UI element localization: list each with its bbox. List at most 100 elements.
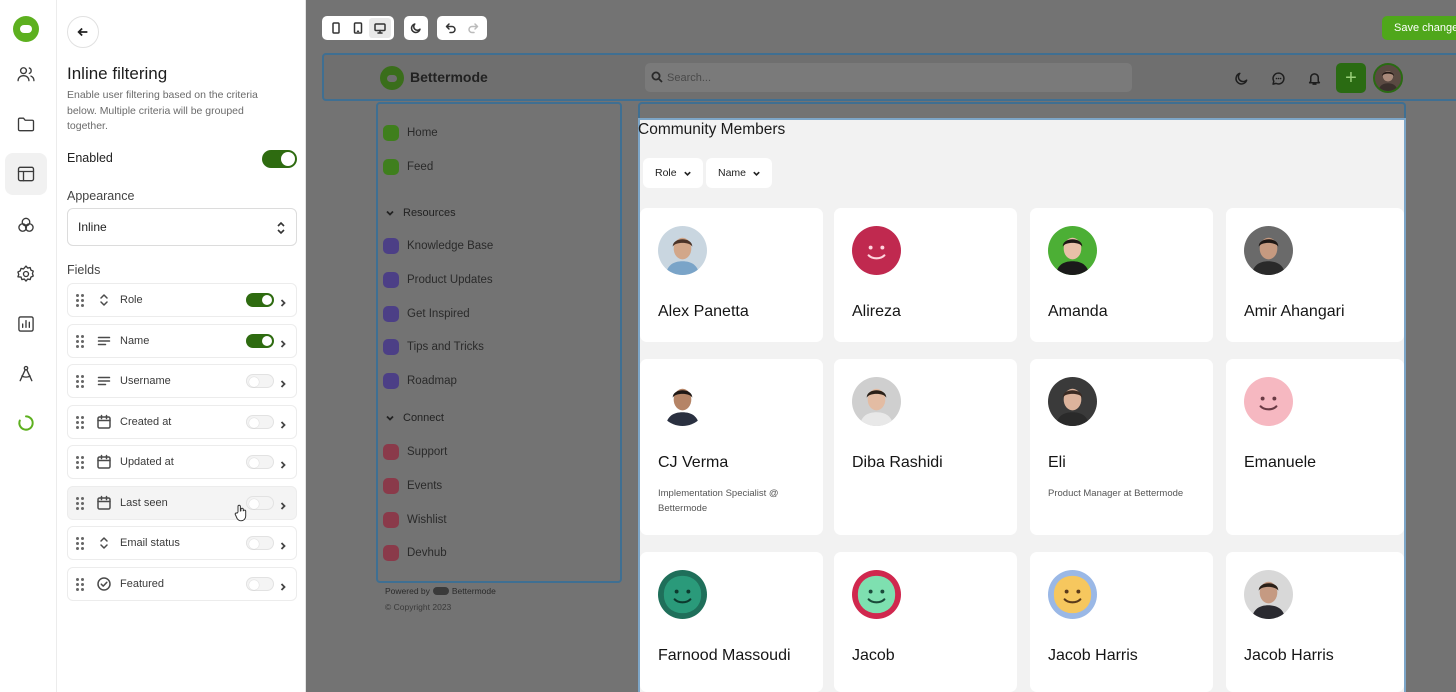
field-toggle[interactable]	[246, 576, 274, 591]
undo-button[interactable]	[440, 18, 462, 38]
mobile-view-button[interactable]	[325, 18, 347, 38]
nav-item-roadmap[interactable]: Roadmap	[383, 373, 457, 390]
app-logo-icon[interactable]	[13, 16, 39, 42]
add-content-button[interactable]: +	[1336, 63, 1366, 93]
member-card[interactable]: Alex Panetta	[640, 208, 823, 342]
chevron-right-icon[interactable]	[278, 336, 288, 348]
field-toggle[interactable]	[246, 293, 274, 307]
chevron-right-icon[interactable]	[278, 376, 288, 388]
field-toggle[interactable]	[246, 414, 274, 429]
desktop-view-button[interactable]	[369, 18, 391, 38]
nav-item-devhub[interactable]: Devhub	[383, 545, 447, 562]
nav-item-home[interactable]: Home	[383, 125, 438, 141]
chevron-right-icon[interactable]	[278, 417, 288, 429]
nav-item-product-updates[interactable]: Product Updates	[383, 271, 493, 288]
layout-icon[interactable]	[5, 153, 47, 195]
field-toggle[interactable]	[246, 536, 274, 550]
field-toggle[interactable]	[246, 455, 274, 469]
calendar-icon	[96, 454, 112, 470]
nav-item-events[interactable]: Events	[383, 477, 442, 494]
field-row-name[interactable]: Name	[67, 323, 297, 358]
chevron-right-icon[interactable]	[278, 579, 288, 591]
text-lines-icon	[96, 333, 112, 349]
enabled-label: Enabled	[67, 151, 113, 165]
field-row-last-seen[interactable]: Last seen	[67, 485, 297, 520]
field-label: Role	[120, 294, 143, 306]
member-card[interactable]: Eli Product Manager at Bettermode	[1030, 359, 1213, 535]
theme-toggle-group	[404, 16, 428, 40]
redo-button[interactable]	[462, 18, 484, 38]
member-card[interactable]: Diba Rashidi	[834, 359, 1017, 535]
theme-moon-icon[interactable]	[1229, 66, 1253, 90]
nav-item-icon	[383, 238, 399, 254]
check-circle-icon	[96, 576, 112, 592]
settings-panel: Inline filtering Enable user filtering b…	[57, 0, 306, 692]
nav-item-icon	[383, 511, 399, 528]
field-toggle[interactable]	[246, 495, 274, 510]
member-card[interactable]: Jacob Harris	[1226, 552, 1404, 692]
member-card[interactable]: Amir Ahangari	[1226, 208, 1404, 342]
members-icon[interactable]	[5, 53, 47, 95]
drag-handle-icon[interactable]	[76, 537, 84, 550]
filter-role-dropdown[interactable]: Role	[643, 158, 703, 188]
drag-handle-icon[interactable]	[76, 415, 84, 429]
chevron-right-icon[interactable]	[278, 498, 288, 510]
selector-icon	[96, 535, 112, 551]
field-row-email-status[interactable]: Email status	[67, 526, 297, 560]
tablet-view-button[interactable]	[347, 18, 369, 38]
member-card[interactable]: CJ Verma Implementation Specialist @ Bett…	[640, 359, 823, 535]
messages-icon[interactable]	[1266, 66, 1290, 90]
bell-icon[interactable]	[1302, 66, 1326, 90]
drag-handle-icon[interactable]	[76, 375, 84, 388]
drag-handle-icon[interactable]	[76, 496, 84, 510]
enabled-toggle[interactable]	[262, 150, 297, 168]
chevron-right-icon[interactable]	[278, 295, 288, 307]
member-card[interactable]: Jacob	[834, 552, 1017, 692]
field-row-featured[interactable]: Featured	[67, 566, 297, 601]
gear-icon[interactable]	[5, 253, 47, 295]
drag-handle-icon[interactable]	[76, 334, 84, 348]
appearance-select[interactable]: Inline	[67, 208, 297, 246]
appearance-label: Appearance	[67, 189, 135, 203]
nav-item-support[interactable]: Support	[383, 444, 447, 460]
member-card[interactable]: Farnood Massoudi	[640, 552, 823, 692]
member-card[interactable]: Emanuele	[1226, 359, 1404, 535]
analytics-icon[interactable]	[5, 303, 47, 345]
loading-spinner-icon	[5, 402, 47, 444]
field-row-updated-at[interactable]: Updated at	[67, 445, 297, 479]
chevron-right-icon[interactable]	[278, 538, 288, 550]
back-button[interactable]	[67, 16, 99, 48]
member-name: Jacob Harris	[1048, 647, 1138, 664]
drag-handle-icon[interactable]	[76, 294, 84, 307]
member-card[interactable]: Amanda	[1030, 208, 1213, 342]
drag-handle-icon[interactable]	[76, 577, 84, 591]
nav-item-icon	[383, 373, 399, 390]
drag-handle-icon[interactable]	[76, 456, 84, 469]
field-row-created-at[interactable]: Created at	[67, 404, 297, 439]
field-toggle[interactable]	[246, 374, 274, 388]
nav-item-wishlist[interactable]: Wishlist	[383, 511, 447, 528]
chevron-right-icon[interactable]	[278, 457, 288, 469]
user-avatar[interactable]	[1373, 63, 1403, 93]
nav-section-connect[interactable]: Connect	[385, 411, 444, 425]
nav-item-get-inspired[interactable]: Get Inspired	[383, 305, 470, 322]
field-toggle[interactable]	[246, 333, 274, 348]
arrow-left-icon	[77, 27, 88, 37]
dark-mode-button[interactable]	[405, 18, 427, 38]
nav-section-resources[interactable]: Resources	[385, 206, 456, 220]
palette-icon[interactable]	[5, 204, 47, 246]
nav-item-label: Feed	[407, 161, 434, 173]
site-search-input[interactable]: Search...	[645, 63, 1132, 92]
nav-item-knowledge-base[interactable]: Knowledge Base	[383, 238, 493, 254]
compass-tool-icon[interactable]	[5, 353, 47, 395]
nav-item-feed[interactable]: Feed	[383, 159, 433, 175]
member-card[interactable]: Jacob Harris	[1030, 552, 1213, 692]
member-card[interactable]: Alireza	[834, 208, 1017, 342]
nav-item-tips-and-tricks[interactable]: Tips and Tricks	[383, 339, 484, 356]
filter-name-dropdown[interactable]: Name	[706, 158, 773, 188]
field-row-username[interactable]: Username	[67, 364, 297, 398]
member-name: Amir Ahangari	[1244, 303, 1345, 320]
field-row-role[interactable]: Role	[67, 283, 297, 317]
save-changes-button[interactable]: Save changes	[1382, 16, 1456, 40]
folder-icon[interactable]	[5, 103, 47, 145]
